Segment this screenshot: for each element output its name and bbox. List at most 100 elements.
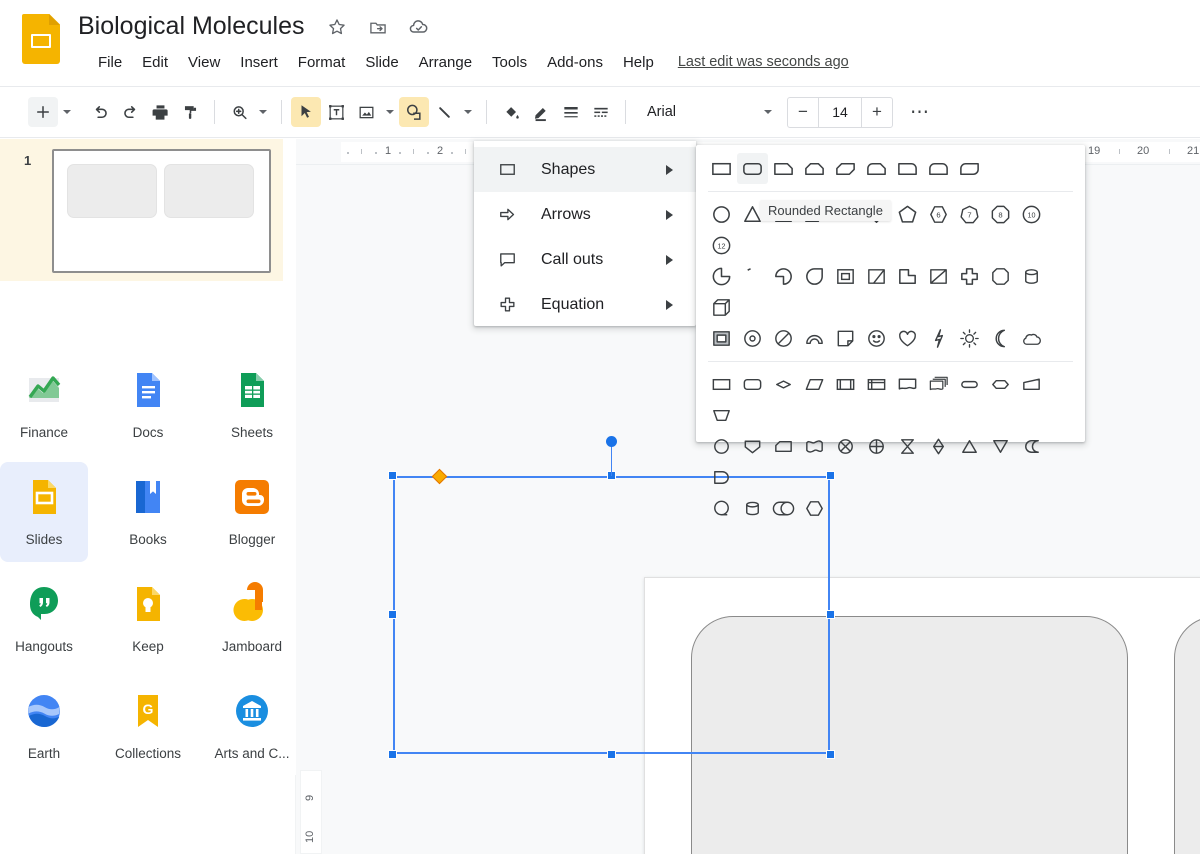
new-slide-button[interactable] xyxy=(28,97,58,127)
app-blogger[interactable]: Blogger xyxy=(208,462,296,562)
shape-snip-same-side-corner-rectangle[interactable] xyxy=(799,153,830,184)
shape-heart[interactable] xyxy=(892,323,923,354)
menu-item-callouts[interactable]: Call outs xyxy=(474,237,696,282)
shape-diagonal-stripe[interactable] xyxy=(923,261,954,292)
shape-folded-corner[interactable] xyxy=(830,323,861,354)
app-arts-and-culture[interactable]: Arts and C... xyxy=(208,676,296,776)
menu-item-shapes[interactable]: Shapes xyxy=(474,147,696,192)
shape-round-corner-square[interactable] xyxy=(799,261,830,292)
print-button[interactable] xyxy=(145,97,175,127)
shape-arc[interactable] xyxy=(737,261,768,292)
resize-handle-bottom-left[interactable] xyxy=(388,750,397,759)
shape-flowchart-summing-junction[interactable] xyxy=(830,431,861,462)
shape-flowchart-collate[interactable] xyxy=(892,431,923,462)
shape-donut[interactable] xyxy=(737,323,768,354)
border-dash-button[interactable] xyxy=(586,97,616,127)
shape-flowchart-multidocument[interactable] xyxy=(923,369,954,400)
shape-flowchart-predefined-process[interactable] xyxy=(830,369,861,400)
shape-cube[interactable] xyxy=(706,292,737,323)
shape-flowchart-decision[interactable] xyxy=(768,369,799,400)
slide-thumbnail[interactable] xyxy=(52,149,271,273)
paint-format-button[interactable] xyxy=(175,97,205,127)
menu-tools[interactable]: Tools xyxy=(482,51,537,74)
move-to-folder-icon[interactable] xyxy=(367,16,389,38)
shape-moon[interactable] xyxy=(985,323,1016,354)
shape-sun[interactable] xyxy=(954,323,985,354)
shape-hexagon[interactable]: 6 xyxy=(923,199,954,230)
shape-bevel[interactable] xyxy=(706,323,737,354)
resize-handle-middle-left[interactable] xyxy=(388,610,397,619)
font-family-dropdown-icon[interactable] xyxy=(755,97,781,127)
line-tool-button[interactable] xyxy=(429,97,459,127)
shape-flowchart-or[interactable] xyxy=(861,431,892,462)
app-collections[interactable]: G Collections xyxy=(104,676,192,776)
shape-frame[interactable] xyxy=(830,261,861,292)
shape-flowchart-magnetic-disk[interactable] xyxy=(737,493,768,524)
shape-rectangle[interactable] xyxy=(706,153,737,184)
shape-flowchart-document[interactable] xyxy=(892,369,923,400)
resize-handle-bottom-right[interactable] xyxy=(826,750,835,759)
resize-handle-middle-right[interactable] xyxy=(826,610,835,619)
menu-edit[interactable]: Edit xyxy=(132,51,178,74)
font-size-input[interactable]: 14 xyxy=(818,97,862,127)
font-size-decrease-button[interactable]: − xyxy=(788,98,818,127)
shape-snip-diagonal-corner-rectangle[interactable] xyxy=(830,153,861,184)
shape-can[interactable] xyxy=(1016,261,1047,292)
new-slide-dropdown-icon[interactable] xyxy=(58,97,76,127)
shape-flowchart-offpage-connector[interactable] xyxy=(985,431,1016,462)
shape-lightning-bolt[interactable] xyxy=(923,323,954,354)
menu-item-equation[interactable]: Equation xyxy=(474,282,696,327)
shape-flowchart-connector[interactable] xyxy=(706,431,737,462)
shape-flowchart-sort[interactable] xyxy=(923,431,954,462)
shape-round-same-side-corner-rectangle[interactable] xyxy=(923,153,954,184)
shape-flowchart-punched-tape[interactable] xyxy=(799,431,830,462)
shape-ellipse[interactable] xyxy=(706,199,737,230)
shape-flowchart-internal-storage[interactable] xyxy=(861,369,892,400)
border-weight-button[interactable] xyxy=(556,97,586,127)
redo-button[interactable] xyxy=(115,97,145,127)
shape-flowchart-direct-access-storage[interactable] xyxy=(768,493,799,524)
menu-addons[interactable]: Add-ons xyxy=(537,51,613,74)
shape-flowchart-terminator[interactable] xyxy=(954,369,985,400)
shape-flowchart-card[interactable] xyxy=(768,431,799,462)
menu-item-arrows[interactable]: Arrows xyxy=(474,192,696,237)
line-tool-dropdown-icon[interactable] xyxy=(459,97,477,127)
shape-flowchart-alternate-process[interactable] xyxy=(737,369,768,400)
app-slides[interactable]: Slides xyxy=(0,462,88,562)
resize-handle-top-left[interactable] xyxy=(388,471,397,480)
undo-button[interactable] xyxy=(85,97,115,127)
shape-rounded-rectangle[interactable] xyxy=(737,153,768,184)
zoom-dropdown-icon[interactable] xyxy=(254,97,272,127)
insert-image-button[interactable] xyxy=(351,97,381,127)
shape-flowchart-display[interactable] xyxy=(799,493,830,524)
filmstrip-slide-1[interactable]: 1 xyxy=(0,139,283,281)
shape-flowchart-manual-operation[interactable] xyxy=(706,400,737,431)
rotation-handle[interactable] xyxy=(606,436,617,447)
app-finance[interactable]: Finance xyxy=(0,355,88,455)
app-docs[interactable]: Docs xyxy=(104,355,192,455)
app-sheets[interactable]: Sheets xyxy=(208,355,296,455)
font-family-select[interactable]: Arial xyxy=(635,97,755,127)
shape-decagon[interactable]: 10 xyxy=(1016,199,1047,230)
vertical-ruler[interactable]: 9 10 xyxy=(300,770,322,854)
menu-slide[interactable]: Slide xyxy=(355,51,408,74)
shape-flowchart-manual-input[interactable] xyxy=(1016,369,1047,400)
shape-cross[interactable] xyxy=(954,261,985,292)
menu-file[interactable]: File xyxy=(88,51,132,74)
shape-flower[interactable] xyxy=(985,261,1016,292)
menu-help[interactable]: Help xyxy=(613,51,664,74)
menu-insert[interactable]: Insert xyxy=(230,51,288,74)
shape-flowchart-data[interactable] xyxy=(799,369,830,400)
text-box-button[interactable] xyxy=(321,97,351,127)
insert-image-dropdown-icon[interactable] xyxy=(381,97,399,127)
shape-l-shape[interactable] xyxy=(892,261,923,292)
shape-snip-single-corner-rectangle[interactable] xyxy=(768,153,799,184)
app-jamboard[interactable]: Jamboard xyxy=(208,569,296,669)
shape-round-single-corner-rectangle[interactable] xyxy=(892,153,923,184)
page-title[interactable]: Biological Molecules xyxy=(78,9,305,43)
app-hangouts[interactable]: Hangouts xyxy=(0,569,88,669)
shape-flowchart-sequential-access-storage[interactable] xyxy=(706,493,737,524)
shape-block-arc[interactable] xyxy=(799,323,830,354)
app-keep[interactable]: Keep xyxy=(104,569,192,669)
app-earth[interactable]: Earth xyxy=(0,676,88,776)
